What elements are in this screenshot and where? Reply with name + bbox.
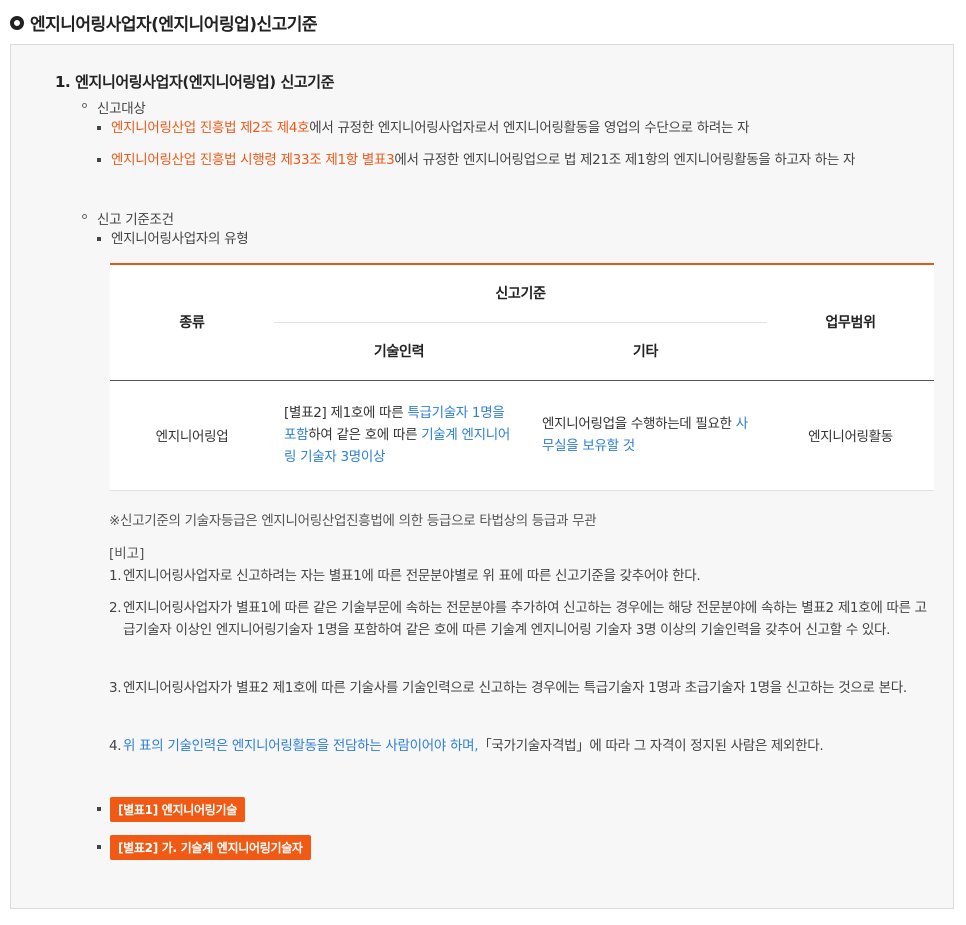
section-title: 1. 엔지니어링사업자(엔지니어링업) 신고기준 xyxy=(55,73,335,91)
annex2-button[interactable]: [별표2] 가. 기술계 엔지니어링기술자 xyxy=(110,835,311,860)
remarks-heading: [비고] xyxy=(109,546,145,562)
header-kind: 종류 xyxy=(110,264,274,381)
law-link-2[interactable]: 엔지니어링산업 진흥법 시행령 제33조 제1항 별표3 xyxy=(111,152,395,168)
circle-bullet-icon xyxy=(10,15,24,30)
content-box: 1. 엔지니어링사업자(엔지니어링업) 신고기준 신고대상 엔지니어링산업 진흥… xyxy=(10,44,954,909)
annex1-row: [별표1] 엔지니어링기술 xyxy=(97,797,245,822)
remark-item-1: 1. 엔지니어링사업자로 신고하려는 자는 별표1에 따른 전문분야별로 위 표에… xyxy=(109,568,701,584)
cell-scope: 엔지니어링활동 xyxy=(767,380,934,491)
remark-item-3: 3. 엔지니어링사업자가 별표2 제1호에 따른 기술사를 기술인력으로 신고하는… xyxy=(109,680,907,696)
page-title: 엔지니어링사업자(엔지니어링업)신고기준 xyxy=(10,10,318,35)
target-heading: 신고대상 xyxy=(81,97,146,117)
law-link-1[interactable]: 엔지니어링산업 진흥법 제2조 제4호 xyxy=(111,120,310,136)
header-scope: 업무범위 xyxy=(767,264,934,381)
cell-etc: 엔지니어링업을 수행하는데 필요한 사무실을 보유할 것 xyxy=(524,380,767,491)
cell-tech: [별표2] 제1호에 따른 특급기술자 1명을 포함하여 같은 호에 따른 기술… xyxy=(274,380,524,491)
remark-item-4: 4. 위 표의 기술인력은 엔지니어링활동을 전담하는 사람이어야 하며,「국가기… xyxy=(109,738,824,754)
target-item-1: 엔지니어링산업 진흥법 제2조 제4호에서 규정한 엔지니어링사업자로서 엔지니… xyxy=(97,117,921,139)
annex1-button[interactable]: [별표1] 엔지니어링기술 xyxy=(110,797,245,822)
table-row: 엔지니어링업 [별표2] 제1호에 따른 특급기술자 1명을 포함하여 같은 호… xyxy=(110,380,934,491)
target-item-2: 엔지니어링산업 진흥법 시행령 제33조 제1항 별표3에서 규정한 엔지니어링… xyxy=(97,149,926,171)
page-title-text: 엔지니어링사업자(엔지니어링업)신고기준 xyxy=(30,15,318,35)
annex2-row: [별표2] 가. 기술계 엔지니어링기술자 xyxy=(97,835,311,860)
cell-kind: 엔지니어링업 xyxy=(110,380,274,491)
criteria-heading: 신고 기준조건 xyxy=(82,208,174,228)
criteria-table: 종류 신고기준 업무범위 기술인력 기타 엔지니어링업 [별표2] 제1호에 따… xyxy=(110,263,934,491)
header-criteria: 신고기준 xyxy=(274,264,767,323)
header-etc: 기타 xyxy=(524,322,767,381)
remark-item-2: 2. 엔지니어링사업자가 별표1에 따른 같은 기술부문에 속하는 전문분야를 추… xyxy=(109,600,927,638)
grade-note: ※신고기준의 기술자등급은 엔지니어링산업진흥법에 의한 등급으로 타법상의 등… xyxy=(109,513,597,529)
type-heading: 엔지니어링사업자의 유형 xyxy=(96,228,249,250)
header-tech: 기술인력 xyxy=(274,322,524,381)
